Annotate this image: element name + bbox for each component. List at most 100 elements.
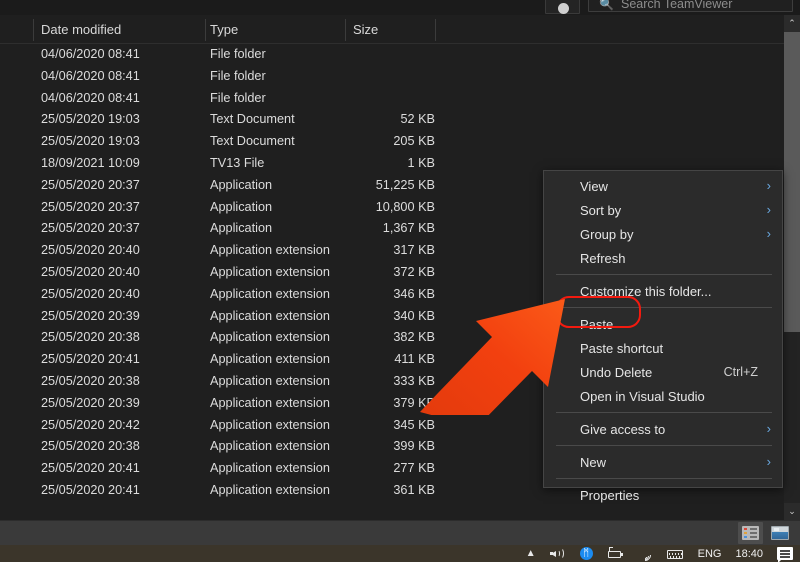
column-divider[interactable]	[345, 19, 346, 41]
column-divider[interactable]	[435, 19, 436, 41]
cell-date-modified: 25/05/2020 20:37	[41, 178, 140, 192]
menu-item-new[interactable]: New ›	[544, 450, 782, 474]
chevron-right-icon: ›	[767, 227, 771, 240]
cell-date-modified: 25/05/2020 20:39	[41, 309, 140, 323]
table-row[interactable]: 25/05/2020 19:03Text Document52 KB	[0, 109, 784, 131]
menu-item-label: Customize this folder...	[580, 284, 712, 299]
cell-date-modified: 25/05/2020 20:37	[41, 221, 140, 235]
menu-item-refresh[interactable]: Refresh	[544, 246, 782, 270]
cell-size: 340 KB	[300, 309, 435, 323]
menu-item-label: View	[580, 179, 608, 194]
menu-item-undo-delete[interactable]: Undo Delete Ctrl+Z	[544, 360, 782, 384]
chevron-right-icon: ›	[767, 455, 771, 468]
large-icons-view-icon[interactable]	[767, 522, 792, 544]
menu-item-open-in-visual-studio[interactable]: Open in Visual Studio	[544, 384, 782, 408]
table-row[interactable]: 04/06/2020 08:41File folder	[0, 44, 784, 66]
cell-type: Application	[210, 221, 272, 235]
cell-size: 399 KB	[300, 439, 435, 453]
menu-item-label: Paste	[580, 317, 613, 332]
notifications-icon[interactable]	[770, 545, 800, 562]
cell-date-modified: 25/05/2020 20:39	[41, 396, 140, 410]
table-row[interactable]: 25/05/2020 19:03Text Document205 KB	[0, 131, 784, 153]
cell-date-modified: 25/05/2020 20:40	[41, 287, 140, 301]
cell-date-modified: 18/09/2021 10:09	[41, 156, 140, 170]
keyboard-layout-icon[interactable]	[660, 545, 691, 562]
volume-icon[interactable]	[543, 545, 573, 562]
view-mode-buttons	[738, 522, 792, 544]
menu-item-paste[interactable]: Paste	[544, 312, 782, 336]
cell-date-modified: 25/05/2020 19:03	[41, 112, 140, 126]
menu-separator	[556, 478, 772, 479]
menu-item-shortcut: Ctrl+Z	[724, 365, 758, 379]
column-header-size[interactable]: Size	[353, 22, 378, 37]
scroll-up-button[interactable]: ⌃	[784, 15, 800, 32]
cell-date-modified: 25/05/2020 20:42	[41, 418, 140, 432]
menu-item-group-by[interactable]: Group by›	[544, 222, 782, 246]
cell-date-modified: 25/05/2020 20:41	[41, 483, 140, 497]
cell-size: 346 KB	[300, 287, 435, 301]
cell-date-modified: 25/05/2020 20:40	[41, 243, 140, 257]
menu-separator	[556, 412, 772, 413]
cell-type: File folder	[210, 91, 266, 105]
cell-size: 379 KB	[300, 396, 435, 410]
wifi-icon[interactable]	[631, 545, 660, 562]
menu-item-label: New	[580, 455, 606, 470]
column-divider[interactable]	[33, 19, 34, 41]
cell-date-modified: 04/06/2020 08:41	[41, 69, 140, 83]
menu-item-label: Undo Delete	[580, 365, 652, 380]
cell-size: 345 KB	[300, 418, 435, 432]
cell-type: TV13 File	[210, 156, 264, 170]
cell-size: 51,225 KB	[300, 178, 435, 192]
cell-date-modified: 25/05/2020 20:38	[41, 374, 140, 388]
window-toolbar-strip: 🔍 Search TeamViewer	[0, 0, 800, 15]
vertical-scrollbar[interactable]: ⌃ ⌄	[784, 15, 800, 520]
cell-date-modified: 25/05/2020 20:40	[41, 265, 140, 279]
menu-item-label: Sort by	[580, 203, 621, 218]
cell-size: 333 KB	[300, 374, 435, 388]
details-view-icon[interactable]	[738, 522, 763, 544]
search-icon: 🔍	[599, 0, 614, 11]
menu-item-properties[interactable]: Properties	[544, 483, 782, 507]
clock[interactable]: 18:40	[728, 545, 770, 562]
column-header-type[interactable]: Type	[210, 22, 238, 37]
battery-icon[interactable]	[600, 545, 631, 562]
menu-separator	[556, 307, 772, 308]
cell-date-modified: 25/05/2020 20:41	[41, 352, 140, 366]
menu-separator	[556, 445, 772, 446]
column-header-row: Date modified Type Size	[0, 15, 784, 44]
battery-glyph	[607, 547, 624, 561]
column-divider[interactable]	[205, 19, 206, 41]
menu-separator	[556, 274, 772, 275]
bluetooth-glyph: ᛗ	[580, 547, 593, 560]
cell-type: Application	[210, 200, 272, 214]
menu-item-give-access-to[interactable]: Give access to›	[544, 417, 782, 441]
folder-circle-icon	[558, 3, 569, 14]
cell-type: File folder	[210, 69, 266, 83]
address-bar-fragment[interactable]	[545, 0, 580, 14]
cell-size: 382 KB	[300, 330, 435, 344]
scrollbar-thumb[interactable]	[784, 32, 800, 332]
show-hidden-icons[interactable]: ▲	[519, 545, 543, 562]
cell-size: 317 KB	[300, 243, 435, 257]
table-row[interactable]: 04/06/2020 08:41File folder	[0, 88, 784, 110]
search-input[interactable]: 🔍 Search TeamViewer	[588, 0, 793, 12]
language-indicator[interactable]: ENG	[691, 545, 729, 562]
cell-size: 277 KB	[300, 461, 435, 475]
chevron-right-icon: ›	[767, 422, 771, 435]
scroll-down-button[interactable]: ⌄	[784, 503, 800, 520]
table-row[interactable]: 04/06/2020 08:41 File folder	[0, 66, 784, 88]
menu-item-customize-this-folder[interactable]: Customize this folder...	[544, 279, 782, 303]
status-bar	[0, 520, 800, 545]
menu-item-paste-shortcut[interactable]: Paste shortcut	[544, 336, 782, 360]
column-header-date-modified[interactable]: Date modified	[41, 22, 121, 37]
menu-item-label: Properties	[580, 488, 639, 503]
menu-item-sort-by[interactable]: Sort by›	[544, 198, 782, 222]
cell-size: 361 KB	[300, 483, 435, 497]
menu-item-view[interactable]: View›	[544, 174, 782, 198]
menu-item-label: Paste shortcut	[580, 341, 663, 356]
bluetooth-icon[interactable]: ᛗ	[573, 545, 600, 562]
cell-date-modified: 25/05/2020 20:38	[41, 330, 140, 344]
cell-size: 1 KB	[300, 156, 435, 170]
cell-date-modified: 25/05/2020 19:03	[41, 134, 140, 148]
cell-date-modified: 25/05/2020 20:38	[41, 439, 140, 453]
